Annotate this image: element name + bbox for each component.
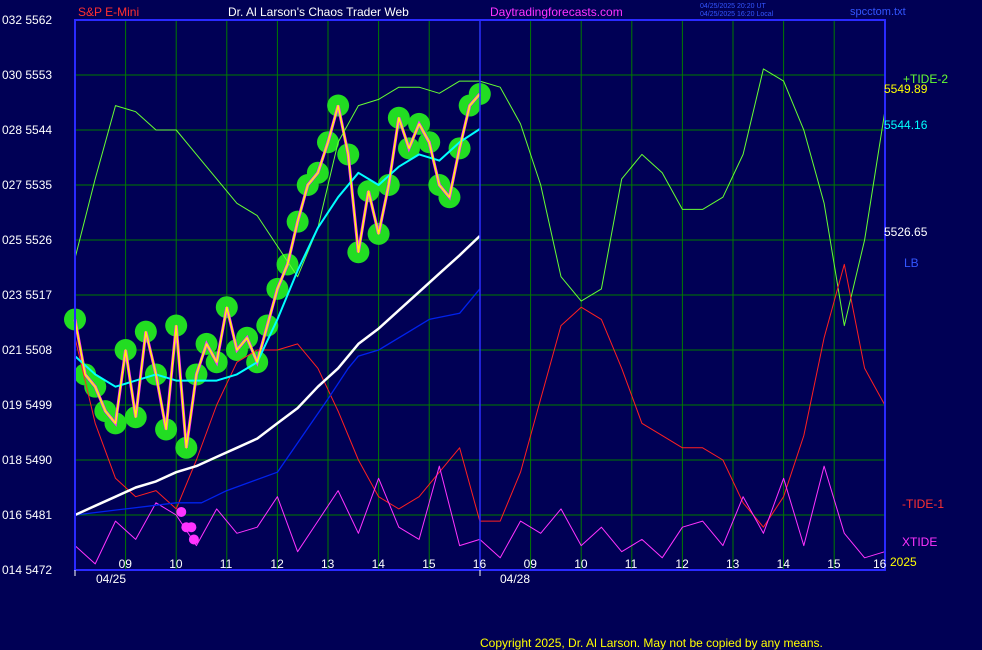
date-label-1: 04/25 <box>96 572 126 586</box>
y-tick-label: 016 5481 <box>2 508 52 522</box>
y-tick-label: 023 5517 <box>2 288 52 302</box>
date-label-2: 04/28 <box>500 572 530 586</box>
x-tick-label: 09 <box>524 557 538 571</box>
fast-ma-last-label: 5544.16 <box>884 118 928 132</box>
x-tick-label: 16 <box>473 557 487 571</box>
low-marker-dot <box>186 522 197 533</box>
x-tick-label: 11 <box>220 557 233 571</box>
chart-canvas: 032 5562 030 5553 028 5544 027 5535 025 5526… <box>0 0 982 650</box>
y-tick-label: 018 5490 <box>2 453 52 467</box>
x-tick-label: 09 <box>119 557 133 571</box>
xtide-label: XTIDE <box>902 535 937 549</box>
slow-ma-last-label: 5526.65 <box>884 225 928 239</box>
filename-label: spcctom.txt <box>850 6 906 18</box>
price-last-label: 5549.89 <box>884 82 928 96</box>
x-tick-label: 13 <box>726 557 740 571</box>
y-tick-label: 027 5535 <box>2 178 52 192</box>
y-tick-label: 021 5508 <box>2 343 52 357</box>
y-tick-label: 032 5562 <box>2 13 52 27</box>
lb-label: LB <box>904 256 919 270</box>
x-tick-label: 15 <box>422 557 436 571</box>
y-tick-label: 014 5472 <box>2 563 52 577</box>
instrument-label: S&P E-Mini <box>78 5 139 19</box>
x-tick-label: 15 <box>827 557 841 571</box>
year-label: 2025 <box>890 555 917 569</box>
x-tick-label: 14 <box>777 557 791 571</box>
low-marker-dot <box>176 506 187 517</box>
site-title: Dr. Al Larson's Chaos Trader Web <box>228 5 409 19</box>
timestamp-local: 04/25/2025 16:20 Local <box>700 11 774 18</box>
y-tick-label: 025 5526 <box>2 233 52 247</box>
y-tick-label: 019 5499 <box>2 398 52 412</box>
x-tick-label: 11 <box>625 557 638 571</box>
x-tick-label: 13 <box>321 557 335 571</box>
y-tick-label: 030 5553 <box>2 68 52 82</box>
tide-minus-label: -TIDE-1 <box>902 497 944 511</box>
x-tick-label: 12 <box>675 557 689 571</box>
site-url-link[interactable]: Daytradingforecasts.com <box>490 5 623 19</box>
x-tick-label: 12 <box>270 557 284 571</box>
x-tick-label: 10 <box>574 557 588 571</box>
x-tick-label: 16 <box>873 557 887 571</box>
timestamp-ut: 04/25/2025 20:20 UT <box>700 3 766 10</box>
x-tick-label: 14 <box>372 557 386 571</box>
y-tick-label: 028 5544 <box>2 123 52 137</box>
x-tick-label: 10 <box>169 557 183 571</box>
copyright: Copyright 2025, Dr. Al Larson. May not b… <box>480 636 823 650</box>
low-marker-dot <box>188 534 199 545</box>
